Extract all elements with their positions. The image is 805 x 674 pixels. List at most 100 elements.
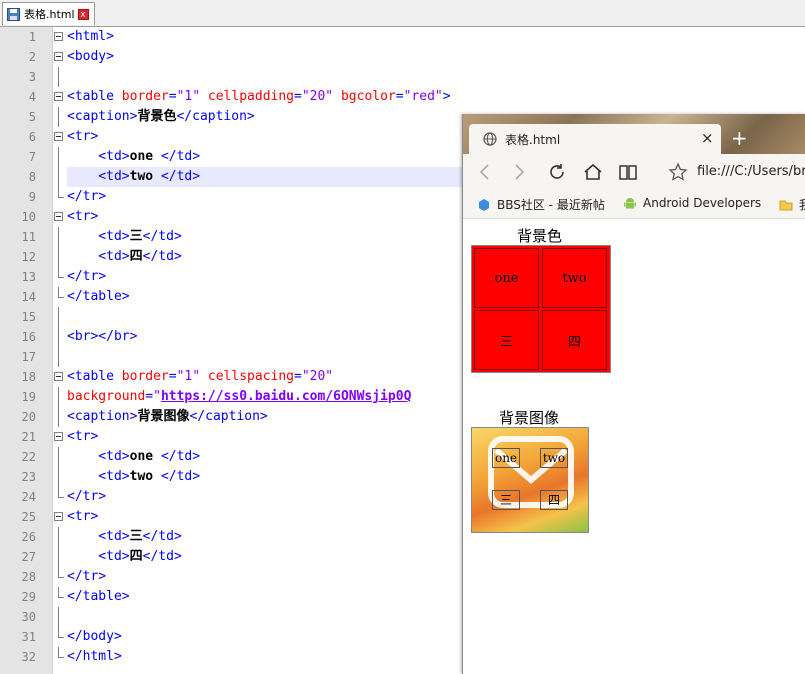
code-token: <td>: [67, 249, 130, 264]
code-token: =: [168, 89, 177, 104]
close-tab-icon[interactable]: ×: [701, 129, 714, 147]
globe-icon: [483, 132, 497, 146]
table-cell: 三: [492, 490, 520, 510]
code-token: >: [442, 89, 451, 104]
table1-caption: 背景色: [517, 227, 563, 245]
code-token: <caption>: [67, 109, 138, 124]
code-token: ": [153, 389, 161, 404]
fold-toggle-icon[interactable]: [54, 372, 63, 381]
code-token: </td>: [142, 529, 182, 544]
code-token: <body>: [67, 49, 114, 64]
code-token: </td>: [160, 149, 201, 164]
editor-tab-label: 表格.html: [24, 8, 75, 21]
code-token: </tr>: [67, 569, 107, 584]
address-bar[interactable]: file:///C:/Users/br: [697, 164, 805, 179]
line-number: 20: [21, 410, 36, 424]
reading-view-icon[interactable]: [618, 162, 638, 182]
code-token: "20": [301, 89, 334, 104]
fold-toggle-icon[interactable]: [54, 52, 63, 61]
code-line[interactable]: 1 <html>: [0, 27, 805, 47]
bookmark-android[interactable]: Android Developers: [623, 196, 761, 210]
code-token: 背景图像: [137, 409, 190, 424]
browser-tab-title: 表格.html: [505, 133, 561, 147]
line-number: 31: [21, 630, 36, 644]
line-number: 8: [28, 170, 36, 184]
code-line[interactable]: 4 <table border="1" cellpadding="20" bgco…: [0, 87, 805, 107]
code-token: <td>: [67, 469, 130, 484]
table-cell: 四: [542, 310, 607, 370]
code-token: "1": [176, 369, 201, 384]
forward-icon[interactable]: [509, 162, 529, 182]
code-token: </td>: [160, 449, 201, 464]
code-token: =: [395, 89, 404, 104]
fold-end-marker: [58, 587, 64, 598]
code-token: <td>: [67, 149, 130, 164]
table2: one two 三 四: [471, 427, 589, 533]
code-token: </td>: [160, 469, 201, 484]
code-line[interactable]: 2 <body>: [0, 47, 805, 67]
browser-tab[interactable]: 表格.html ×: [469, 124, 721, 154]
fold-line-marker: [58, 527, 59, 547]
star-icon[interactable]: [668, 162, 688, 182]
fold-end-marker: [58, 627, 64, 638]
code-line[interactable]: 3: [0, 67, 805, 87]
home-icon[interactable]: [583, 162, 603, 182]
fold-toggle-icon[interactable]: [54, 212, 63, 221]
table-cell: one: [492, 448, 520, 468]
code-token: </td>: [142, 229, 182, 244]
code-token: =: [294, 89, 302, 104]
fold-line-marker: [58, 67, 59, 87]
fold-line-marker: [58, 307, 59, 327]
fold-end-marker: [58, 267, 64, 278]
line-number: 32: [21, 650, 36, 664]
fold-toggle-icon[interactable]: [54, 432, 63, 441]
fold-toggle-icon[interactable]: [54, 92, 63, 101]
code-text: <body>: [67, 47, 805, 67]
line-number: 15: [21, 310, 36, 324]
browser-window: 表格.html × + file:///C:/Users/br BBS社区 - …: [462, 114, 805, 674]
close-icon[interactable]: x: [77, 8, 89, 20]
line-number: 1: [28, 30, 36, 44]
fold-toggle-icon[interactable]: [54, 132, 63, 141]
fold-line-marker: [58, 227, 59, 247]
editor-tab[interactable]: 表格.html x: [2, 2, 95, 25]
line-number: 3: [28, 70, 36, 84]
line-number: 27: [21, 550, 36, 564]
table-cell: two: [542, 248, 607, 308]
new-tab-icon[interactable]: +: [731, 126, 748, 150]
fold-toggle-icon[interactable]: [54, 512, 63, 521]
code-token: background: [67, 389, 146, 404]
page-content: 背景色 one two 三 四 背景图像 one two 三 四: [463, 219, 805, 674]
code-token: <td>: [67, 549, 130, 564]
line-number: 16: [21, 330, 36, 344]
line-number: 6: [28, 130, 36, 144]
code-token: </table>: [67, 589, 130, 604]
code-token: <br></br>: [67, 329, 138, 344]
fold-line-marker: [58, 107, 59, 127]
code-token: one: [129, 149, 161, 164]
code-token: </tr>: [67, 269, 107, 284]
bookmark-folder[interactable]: 我: [779, 196, 805, 213]
code-token: </td>: [142, 549, 182, 564]
code-token: <caption>: [67, 409, 138, 424]
code-token: one: [129, 449, 161, 464]
refresh-icon[interactable]: [547, 162, 567, 182]
fold-toggle-icon[interactable]: [54, 32, 63, 41]
table-cell: one: [474, 248, 539, 308]
line-number: 19: [21, 390, 36, 404]
table-cell: 四: [540, 490, 568, 510]
code-token: "red": [403, 89, 443, 104]
browser-titlebar: 表格.html × +: [463, 114, 805, 154]
bookmark-bbs[interactable]: BBS社区 - 最近新帖: [477, 196, 605, 213]
table-cell: 三: [474, 310, 539, 370]
line-number: 2: [28, 50, 36, 64]
code-token: 背景色: [137, 109, 177, 124]
code-token: </td>: [160, 169, 201, 184]
back-icon[interactable]: [475, 162, 495, 182]
code-text: <html>: [67, 27, 805, 47]
fold-line-marker: [58, 447, 59, 467]
line-number: 4: [28, 90, 36, 104]
editor-tab-bar: 表格.html x: [0, 0, 805, 27]
fold-end-marker: [58, 187, 64, 198]
code-token: <td>: [67, 449, 130, 464]
